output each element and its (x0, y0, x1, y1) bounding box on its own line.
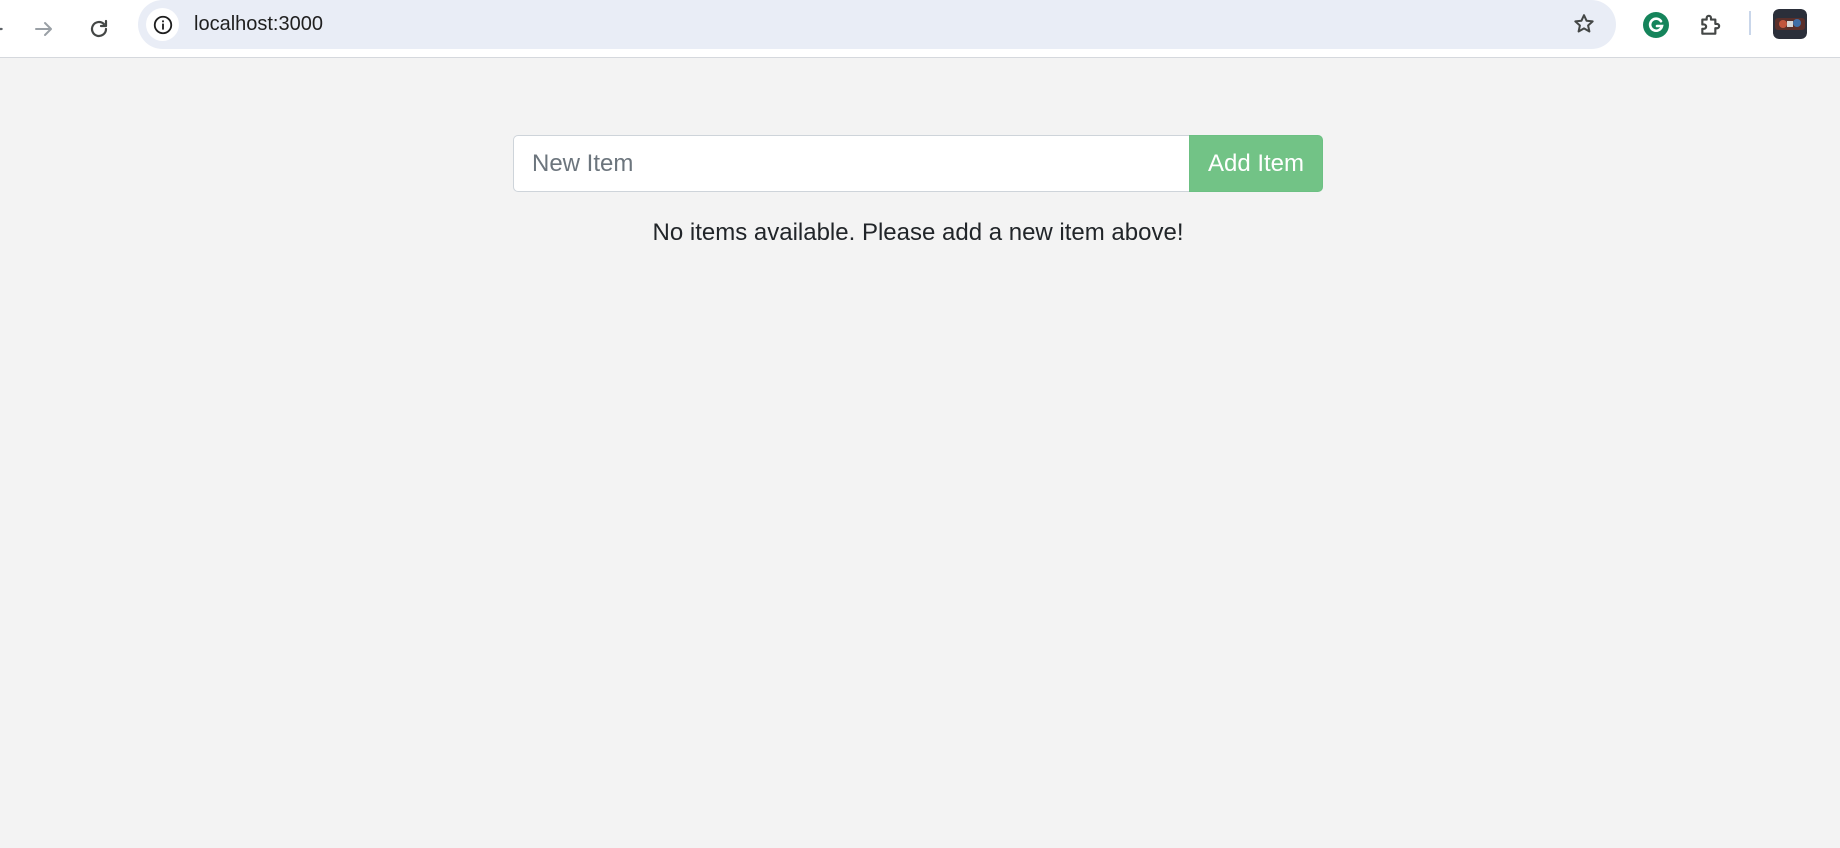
grammarly-icon (1643, 12, 1669, 38)
back-button[interactable] (0, 16, 6, 42)
bookmark-button[interactable] (1564, 4, 1604, 44)
site-info-button[interactable] (146, 8, 179, 41)
address-bar[interactable]: localhost:3000 (138, 0, 1616, 49)
toolbar-separator (1749, 11, 1751, 35)
info-icon (153, 15, 172, 34)
star-icon (1574, 14, 1594, 33)
profile-image (1773, 9, 1807, 39)
page-content: Add Item No items available. Please add … (0, 58, 1840, 848)
grammarly-extension-button[interactable] (1636, 5, 1676, 45)
new-item-input[interactable] (513, 135, 1189, 192)
reload-icon (90, 19, 108, 38)
forward-button[interactable] (22, 7, 66, 51)
add-item-button[interactable]: Add Item (1189, 135, 1323, 192)
arrow-right-icon (35, 22, 52, 36)
extensions-button[interactable] (1691, 5, 1731, 45)
empty-state-message: No items available. Please add a new ite… (652, 219, 1184, 246)
avatar[interactable] (1773, 9, 1807, 39)
url-text[interactable]: localhost:3000 (194, 12, 323, 36)
browser-toolbar: localhost:3000 (0, 0, 1840, 58)
arrow-left-icon (0, 27, 3, 31)
puzzle-icon (1701, 14, 1721, 35)
reload-button[interactable] (77, 7, 121, 51)
add-item-form: Add Item (513, 135, 1323, 192)
